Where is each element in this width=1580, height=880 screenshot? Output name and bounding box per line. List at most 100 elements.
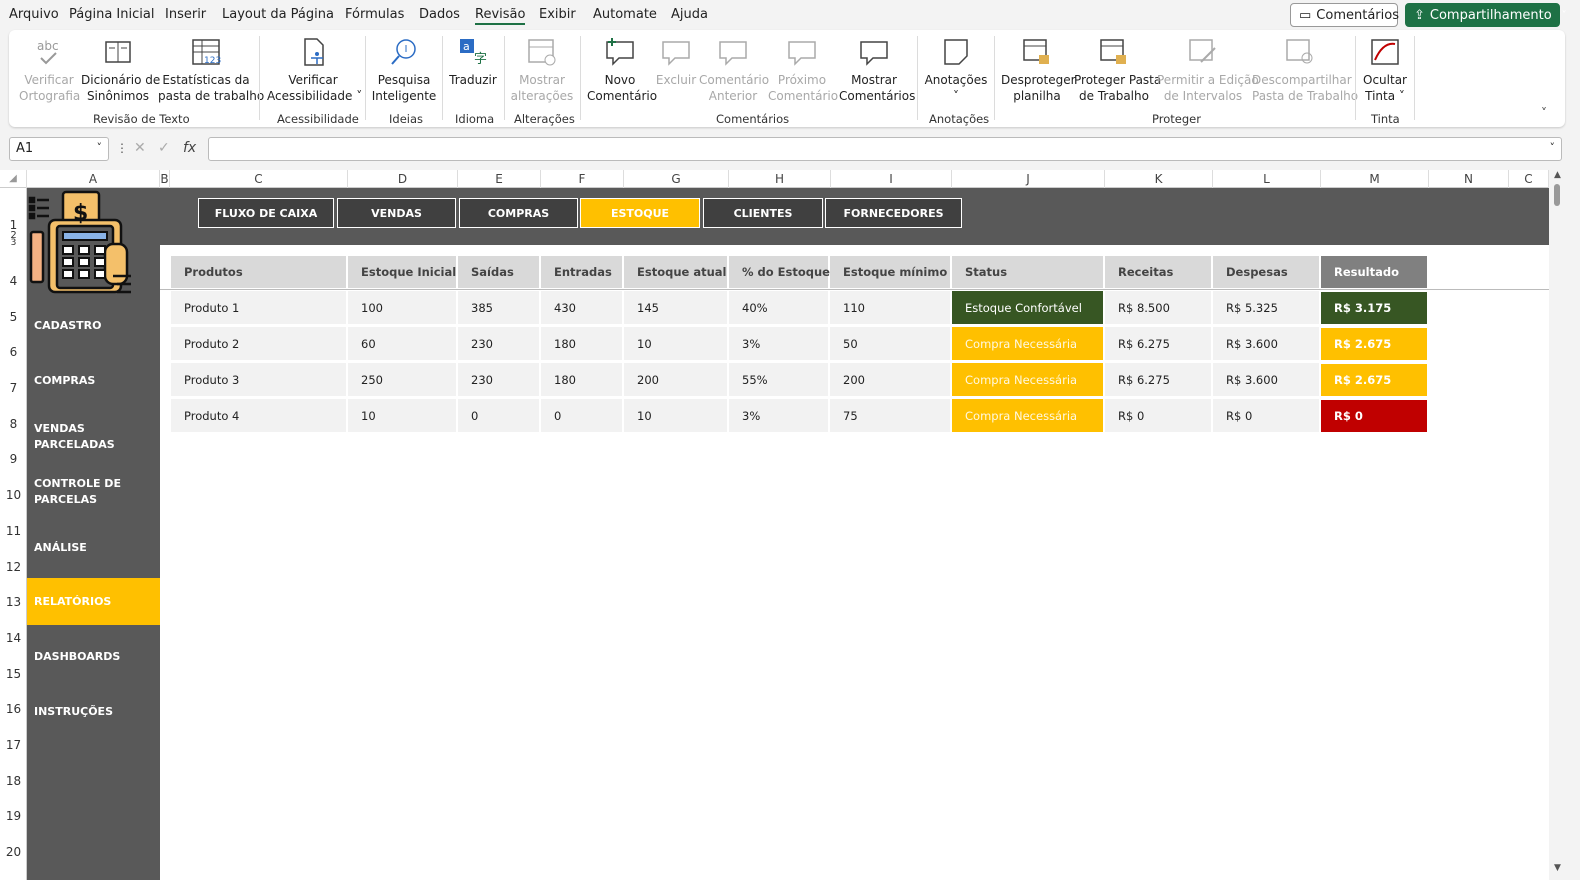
sidebar-item-compras[interactable]: COMPRAS: [27, 363, 160, 399]
insert-function-icon[interactable]: fx: [183, 140, 196, 156]
menu-layout[interactable]: Layout da Página: [222, 7, 334, 22]
table-cell[interactable]: 200: [830, 363, 950, 397]
scroll-thumb[interactable]: [1554, 184, 1560, 206]
column-header[interactable]: K: [1105, 170, 1213, 188]
unshare-workbook-button[interactable]: Descompartilhar Pasta de Trabalho: [1252, 36, 1358, 104]
status-cell[interactable]: Compra Necessária: [952, 363, 1103, 397]
scroll-up-icon[interactable]: ▲: [1554, 170, 1561, 180]
result-cell[interactable]: R$ 2.675: [1321, 364, 1427, 396]
menu-arquivo[interactable]: Arquivo: [9, 7, 59, 22]
row-header[interactable]: 12: [0, 560, 27, 574]
menu-revisao[interactable]: Revisão: [475, 7, 526, 25]
table-cell[interactable]: 50: [830, 327, 950, 361]
hide-ink-button[interactable]: Ocultar Tinta ˅: [1361, 36, 1409, 104]
result-cell[interactable]: R$ 3.175: [1321, 292, 1427, 324]
share-button[interactable]: ⇪ Compartilhamento ˅: [1405, 3, 1567, 27]
tab-vendas[interactable]: VENDAS: [337, 198, 456, 228]
tab-compras[interactable]: COMPRAS: [459, 198, 578, 228]
column-header[interactable]: F: [541, 170, 624, 188]
column-header[interactable]: E: [458, 170, 541, 188]
table-cell[interactable]: Produto 2: [171, 327, 346, 361]
table-cell[interactable]: 3%: [729, 327, 828, 361]
smart-lookup-button[interactable]: Pesquisa Inteligente: [371, 36, 437, 104]
sidebar-item-dashboards[interactable]: DASHBOARDS: [27, 639, 160, 675]
table-cell[interactable]: R$ 3.600: [1213, 363, 1319, 397]
new-comment-button[interactable]: Novo Comentário: [587, 36, 657, 104]
scroll-down-icon[interactable]: ▼: [1554, 863, 1561, 873]
sidebar-item-controle-parcelas[interactable]: CONTROLE DE PARCELAS: [27, 474, 147, 510]
table-cell[interactable]: 10: [348, 399, 456, 433]
table-cell[interactable]: Produto 4: [171, 399, 346, 433]
menu-dados[interactable]: Dados: [419, 7, 460, 22]
row-header[interactable]: 5: [0, 310, 27, 324]
status-cell[interactable]: Compra Necessária: [952, 327, 1103, 361]
chevron-down-icon[interactable]: ˅: [97, 141, 103, 154]
table-cell[interactable]: 0: [541, 399, 622, 433]
row-header[interactable]: 16: [0, 702, 27, 716]
table-cell[interactable]: 200: [624, 363, 727, 397]
table-cell[interactable]: 75: [830, 399, 950, 433]
select-all-corner[interactable]: ◢: [0, 170, 27, 188]
table-cell[interactable]: R$ 3.600: [1213, 327, 1319, 361]
notes-button[interactable]: Anotações ˅: [924, 36, 988, 104]
table-cell[interactable]: 110: [830, 291, 950, 325]
menu-ajuda[interactable]: Ajuda: [671, 7, 708, 22]
workbook-stats-button[interactable]: 123 Estatísticas da pasta de trabalho: [158, 36, 264, 104]
table-cell[interactable]: 180: [541, 363, 622, 397]
table-cell[interactable]: 40%: [729, 291, 828, 325]
result-cell[interactable]: R$ 0: [1321, 400, 1427, 432]
spellcheck-button[interactable]: abc Verificar Ortografia: [19, 36, 80, 104]
table-cell[interactable]: 0: [458, 399, 539, 433]
previous-comment-button[interactable]: Comentário Anterior: [699, 36, 769, 104]
name-box[interactable]: A1 ˅: [9, 137, 109, 161]
unprotect-sheet-button[interactable]: Desproteger planilha: [1001, 36, 1076, 104]
column-header[interactable]: G: [624, 170, 729, 188]
table-cell[interactable]: R$ 0: [1213, 399, 1319, 433]
result-cell[interactable]: R$ 2.675: [1321, 328, 1427, 360]
comments-button[interactable]: ▭ Comentários: [1290, 3, 1399, 27]
table-cell[interactable]: R$ 8.500: [1105, 291, 1211, 325]
table-cell[interactable]: 10: [624, 399, 727, 433]
column-header[interactable]: I: [831, 170, 952, 188]
row-header[interactable]: 8: [0, 417, 27, 431]
row-header[interactable]: 19: [0, 809, 27, 823]
tab-fornecedores[interactable]: FORNECEDORES: [825, 198, 962, 228]
column-header[interactable]: L: [1213, 170, 1321, 188]
row-header[interactable]: 9: [0, 452, 27, 466]
table-cell[interactable]: 3%: [729, 399, 828, 433]
column-header[interactable]: M: [1321, 170, 1429, 188]
translate-button[interactable]: a字 Traduzir: [448, 36, 498, 88]
table-cell[interactable]: R$ 6.275: [1105, 327, 1211, 361]
thesaurus-button[interactable]: Dicionário de Sinônimos: [81, 36, 160, 104]
table-cell[interactable]: R$ 0: [1105, 399, 1211, 433]
column-header[interactable]: B: [160, 170, 170, 188]
sidebar-item-cadastro[interactable]: CADASTRO: [27, 308, 160, 344]
table-cell[interactable]: 60: [348, 327, 456, 361]
column-header[interactable]: H: [729, 170, 831, 188]
show-comments-button[interactable]: Mostrar Comentários: [839, 36, 915, 104]
table-cell[interactable]: 385: [458, 291, 539, 325]
delete-comment-button[interactable]: Excluir: [654, 36, 698, 88]
menu-exibir[interactable]: Exibir: [539, 7, 576, 22]
table-cell[interactable]: 100: [348, 291, 456, 325]
row-header[interactable]: 13: [0, 595, 27, 609]
menu-automate[interactable]: Automate: [593, 7, 657, 22]
table-cell[interactable]: 145: [624, 291, 727, 325]
sidebar-item-instrucoes[interactable]: INSTRUÇÕES: [27, 694, 160, 730]
column-header[interactable]: C: [1509, 170, 1549, 188]
menu-pagina-inicial[interactable]: Página Inicial: [69, 7, 154, 22]
table-cell[interactable]: Produto 1: [171, 291, 346, 325]
tab-fluxo-de-caixa[interactable]: FLUXO DE CAIXA: [198, 198, 334, 228]
table-cell[interactable]: Produto 3: [171, 363, 346, 397]
table-cell[interactable]: 230: [458, 327, 539, 361]
row-header[interactable]: 18: [0, 774, 27, 788]
status-cell[interactable]: Estoque Confortável: [952, 291, 1103, 325]
table-cell[interactable]: 430: [541, 291, 622, 325]
tab-estoque[interactable]: ESTOQUE: [580, 198, 700, 228]
allow-edit-ranges-button[interactable]: Permitir a Edição de Intervalos: [1157, 36, 1259, 104]
table-cell[interactable]: 230: [458, 363, 539, 397]
sidebar-item-analise[interactable]: ANÁLISE: [27, 530, 160, 566]
enter-icon[interactable]: ✓: [158, 140, 170, 156]
column-header[interactable]: A: [27, 170, 160, 188]
chevron-down-icon[interactable]: ˅: [1562, 10, 1567, 21]
